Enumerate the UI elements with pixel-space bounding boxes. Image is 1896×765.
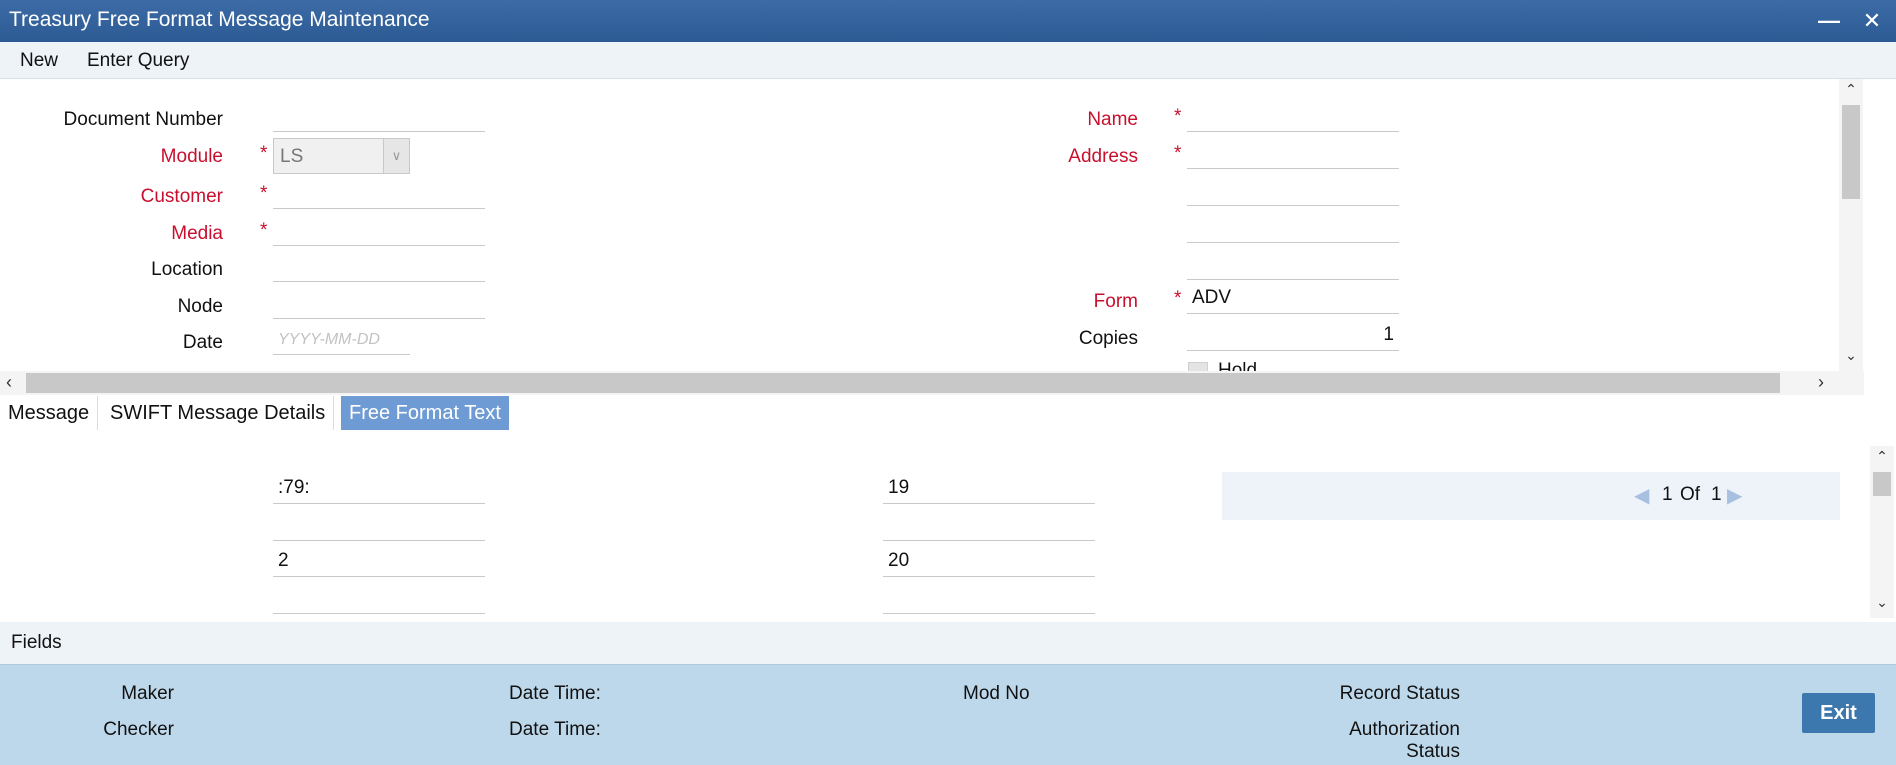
name-field[interactable] [1187,102,1399,132]
document-number-field[interactable] [273,102,485,132]
previous-page-icon[interactable]: ◀ [1634,483,1649,508]
name-label: Name [1087,109,1138,130]
pagination: ◀ 1 Of 1 ▶ [1222,472,1840,520]
copies-label: Copies [1078,328,1138,349]
address-line-2-field[interactable] [1187,176,1399,206]
free-text-line-field[interactable] [883,584,1095,614]
chevron-down-icon[interactable]: ∨ [383,139,409,173]
scroll-right-icon[interactable]: › [1818,372,1824,393]
scroll-left-icon[interactable]: ‹ [6,372,12,393]
current-page: 1 [1662,484,1673,505]
authorization-status-label-line2: Status [1406,741,1460,762]
location-label: Location [151,259,223,280]
free-text-line-field[interactable] [273,511,485,541]
free-format-text-panel: :79: 2 19 20 ◀ 1 Of 1 ▶ [0,430,1864,618]
free-text-line-field[interactable]: 20 [883,547,1095,577]
customer-label: Customer [140,186,223,207]
node-label: Node [177,296,223,317]
scroll-up-icon[interactable]: ⌃ [1870,448,1894,465]
customer-field[interactable] [273,179,485,209]
page-of-label: Of [1680,484,1701,505]
module-required-marker: * [260,143,268,164]
document-number-label: Document Number [63,109,223,130]
address-line-3-field[interactable] [1187,213,1399,243]
customer-required-marker: * [260,183,268,204]
horizontal-scroll-thumb[interactable] [26,373,1780,393]
copies-field[interactable]: 1 [1187,321,1399,351]
scroll-up-icon[interactable]: ⌃ [1839,81,1863,98]
scroll-thumb[interactable] [1842,105,1860,199]
fields-bar[interactable]: Fields [0,622,1896,664]
form-horizontal-scrollbar[interactable]: ‹ › [0,371,1864,395]
authorization-status-label: Authorization [1349,719,1460,740]
scroll-down-icon[interactable]: ⌄ [1870,594,1894,611]
media-label: Media [171,223,223,244]
exit-button[interactable]: Exit [1802,693,1875,733]
minimize-icon[interactable]: — [1814,6,1844,36]
date-field[interactable]: YYYY-MM-DD [273,325,410,355]
checker-label: Checker [103,719,174,740]
checker-date-time-label: Date Time: [509,719,601,740]
total-pages: 1 [1711,484,1722,505]
address-label: Address [1068,146,1138,167]
address-required-marker: * [1174,143,1182,164]
scroll-down-icon[interactable]: ⌄ [1839,347,1863,364]
date-label: Date [182,332,223,353]
module-select[interactable]: LS ∨ [273,138,410,174]
hold-checkbox[interactable] [1188,362,1208,371]
close-icon[interactable]: ✕ [1857,6,1887,36]
form-required-marker: * [1174,288,1182,309]
form-field[interactable]: ADV [1187,284,1399,314]
maker-date-time-label: Date Time: [509,683,601,704]
hold-label: Hold [1218,360,1258,371]
media-required-marker: * [260,220,268,241]
name-required-marker: * [1174,106,1182,127]
node-field[interactable] [273,289,485,319]
free-text-line-field[interactable] [273,584,485,614]
record-status-label: Record Status [1339,683,1460,704]
free-text-line-field[interactable]: 2 [273,547,485,577]
free-text-line-field[interactable]: 19 [883,474,1095,504]
tab-swift-message-details[interactable]: SWIFT Message Details [102,396,335,430]
free-text-line-field[interactable]: :79: [273,474,485,504]
tab-free-format-text[interactable]: Free Format Text [341,396,509,430]
address-line-4-field[interactable] [1187,250,1399,280]
new-menu-item[interactable]: New [20,50,58,72]
form-vertical-scrollbar[interactable]: ⌃ ⌄ [1839,79,1863,371]
next-page-icon[interactable]: ▶ [1727,483,1742,508]
window-title: Treasury Free Format Message Maintenance [9,8,430,31]
media-field[interactable] [273,216,485,246]
tab-message[interactable]: Message [0,396,99,430]
maker-label: Maker [121,683,174,704]
audit-footer: Maker Checker Date Time: Date Time: Mod … [0,664,1896,765]
text-vertical-scrollbar[interactable]: ⌃ ⌄ [1870,446,1894,618]
location-field[interactable] [273,252,485,282]
address-line-1-field[interactable] [1187,139,1399,169]
mod-no-label: Mod No [963,683,1030,704]
module-label: Module [160,146,223,167]
header-form: Document Number Module * LS ∨ Customer *… [0,79,1864,371]
free-text-line-field[interactable] [883,511,1095,541]
module-select-value: LS [280,146,304,167]
fields-label[interactable]: Fields [11,632,62,654]
title-bar: Treasury Free Format Message Maintenance… [0,0,1896,42]
enter-query-menu-item[interactable]: Enter Query [87,50,189,72]
scroll-thumb[interactable] [1873,472,1891,496]
tab-bar: Message SWIFT Message Details Free Forma… [0,396,1864,430]
menu-bar: New Enter Query [0,42,1896,79]
form-label: Form [1093,291,1138,312]
